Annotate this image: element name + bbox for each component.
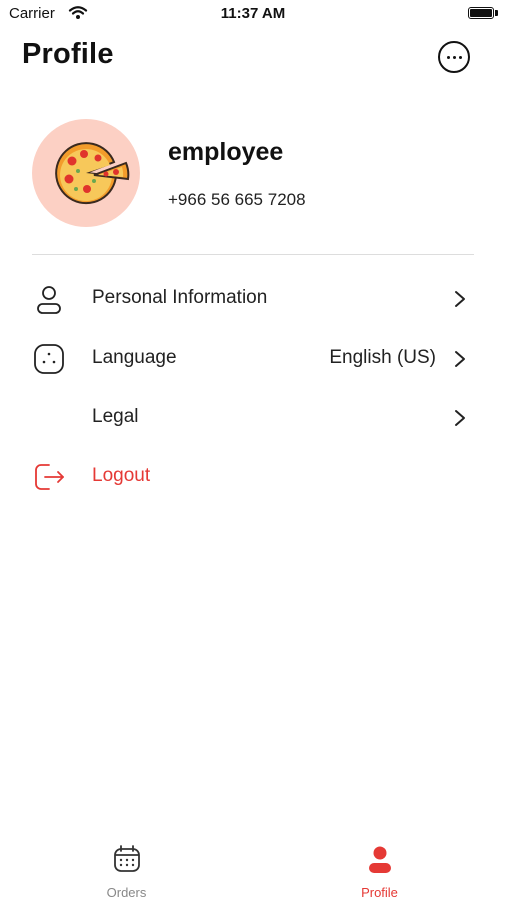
tab-orders[interactable]: Orders (0, 830, 253, 900)
more-dot (453, 56, 456, 59)
chevron-right-icon (455, 351, 465, 367)
language-icon (34, 344, 64, 374)
chevron-right-icon (455, 410, 465, 426)
more-dot (459, 56, 462, 59)
user-icon (37, 286, 61, 314)
language-value: English (US) (329, 347, 436, 368)
person-icon (369, 846, 391, 873)
more-dot (447, 56, 450, 59)
menu-label: Logout (92, 465, 151, 486)
status-time: 11:37 AM (220, 5, 286, 22)
user-phone: +966 56 665 7208 (168, 190, 306, 209)
tab-profile[interactable]: Profile (253, 830, 506, 900)
tab-label: Orders (106, 885, 147, 900)
menu-label: Language (92, 347, 177, 368)
battery-icon (468, 7, 494, 19)
chevron-right-icon (455, 291, 465, 307)
tab-bar: Orders Profile (0, 830, 506, 900)
menu-item-personal-information[interactable]: Personal Information (0, 274, 506, 324)
menu-label: Legal (92, 406, 139, 427)
logout-icon (35, 464, 64, 490)
tab-label: Profile (361, 885, 398, 900)
status-bar: Carrier 11:37 AM (0, 0, 506, 30)
calendar-icon (114, 845, 140, 872)
divider (32, 254, 474, 255)
menu-item-language[interactable]: Language English (US) (0, 334, 506, 384)
menu-item-legal[interactable]: Legal (0, 393, 506, 443)
pizza-icon (55, 142, 130, 205)
avatar[interactable] (32, 119, 140, 227)
user-name: employee (168, 138, 284, 166)
menu-item-logout[interactable]: Logout (0, 452, 506, 502)
menu-label: Personal Information (92, 287, 268, 308)
page-title: Profile (22, 38, 114, 70)
more-options-button[interactable] (438, 41, 470, 73)
battery-cap (495, 10, 498, 16)
